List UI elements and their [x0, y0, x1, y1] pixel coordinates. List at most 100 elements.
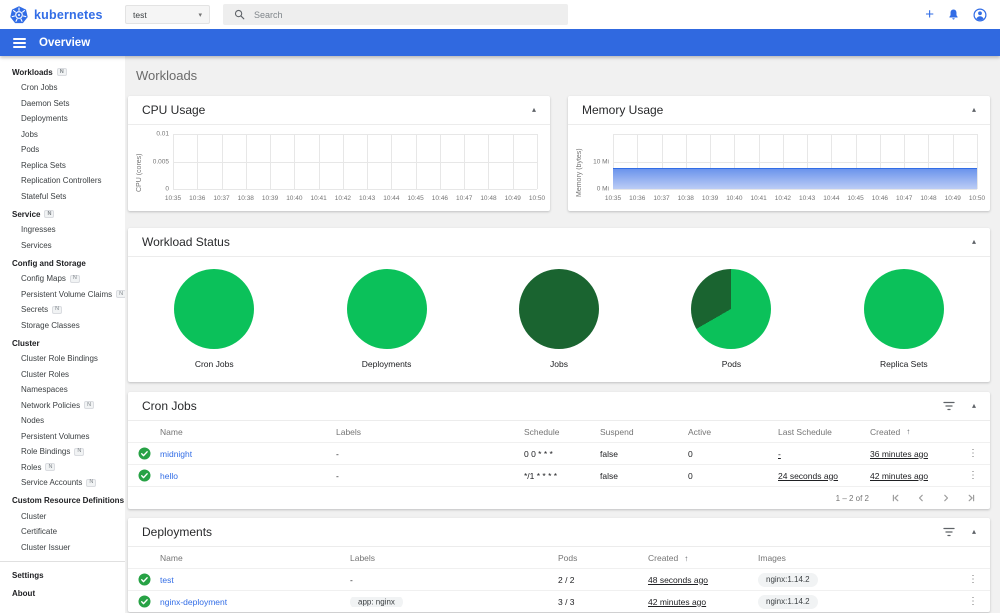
y-tick: 0.01: [156, 130, 169, 138]
deployments-pie-chart[interactable]: [346, 269, 427, 349]
cell-created: 42 minutes ago: [648, 596, 707, 607]
replica-sets-pie-chart[interactable]: [863, 269, 944, 349]
sidebar-item-deployments[interactable]: Deployments: [0, 111, 125, 127]
sidebar-group-config-and-storage[interactable]: Config and Storage: [0, 255, 125, 271]
sort-ascending-icon: ↑: [906, 427, 911, 436]
collapse-card-icon[interactable]: ▴: [972, 238, 976, 246]
menu-icon[interactable]: [13, 36, 26, 50]
next-page-icon[interactable]: [941, 493, 951, 503]
row-actions-menu-icon[interactable]: ⋮: [960, 574, 978, 585]
pie-replica-sets: Replica Sets: [818, 269, 990, 369]
sidebar-item-crd-cluster[interactable]: Cluster: [0, 509, 125, 525]
sidebar-item-network-policies[interactable]: Network Policies N: [0, 398, 125, 414]
sidebar-group-custom-resource-definitions[interactable]: Custom Resource Definitions: [0, 493, 125, 509]
sidebar-item-stateful-sets[interactable]: Stateful Sets: [0, 189, 125, 205]
column-header-labels[interactable]: Labels: [336, 427, 524, 437]
deployment-link[interactable]: test: [160, 575, 174, 585]
sidebar-item-pods[interactable]: Pods: [0, 142, 125, 158]
deployment-link[interactable]: nginx-deployment: [160, 597, 227, 607]
pods-pie-chart[interactable]: [691, 269, 772, 349]
notifications-bell-icon[interactable]: [947, 8, 960, 21]
jobs-pie-chart[interactable]: [519, 269, 600, 349]
cpu-y-axis-label: CPU (cores): [136, 153, 143, 192]
sidebar-item-cluster-role-bindings[interactable]: Cluster Role Bindings: [0, 351, 125, 367]
sidebar-group-service[interactable]: Service N: [0, 206, 125, 222]
pie-label: Pods: [721, 359, 742, 369]
filter-list-icon[interactable]: [943, 527, 955, 537]
cell-active: 0: [688, 470, 693, 481]
column-header-labels[interactable]: Labels: [350, 553, 558, 563]
sidebar-item-secrets[interactable]: Secrets N: [0, 302, 125, 318]
row-actions-menu-icon[interactable]: ⋮: [960, 470, 978, 481]
namespaced-badge: N: [84, 401, 95, 410]
sidebar-item-namespaces[interactable]: Namespaces: [0, 382, 125, 398]
search-bar[interactable]: [223, 4, 568, 25]
cell-active: 0: [688, 448, 693, 459]
search-icon: [234, 9, 245, 20]
y-tick: 10 Mi: [593, 158, 609, 165]
sidebar-item-persistent-volumes[interactable]: Persistent Volumes: [0, 429, 125, 445]
cron-job-link[interactable]: hello: [160, 471, 178, 481]
column-header-images[interactable]: Images: [758, 553, 960, 563]
sidebar-item-about[interactable]: About: [0, 585, 125, 601]
sidebar-item-replication-controllers[interactable]: Replication Controllers: [0, 173, 125, 189]
sidebar-item-cluster-roles[interactable]: Cluster Roles: [0, 367, 125, 383]
chevron-down-icon: ▾: [198, 11, 202, 19]
column-header-active[interactable]: Active: [688, 427, 778, 437]
sidebar-item-roles[interactable]: Roles N: [0, 460, 125, 476]
cell-labels: -: [336, 470, 339, 481]
sidebar-item-settings[interactable]: Settings: [0, 567, 125, 583]
cron-jobs-pie-chart[interactable]: [174, 269, 255, 349]
column-header-last-schedule[interactable]: Last Schedule: [778, 427, 870, 437]
row-actions-menu-icon[interactable]: ⋮: [960, 596, 978, 607]
sidebar-item-nodes[interactable]: Nodes: [0, 413, 125, 429]
status-ok-icon: [138, 595, 151, 608]
sidebar-item-persistent-volume-claims[interactable]: Persistent Volume Claims N: [0, 287, 125, 303]
image-chip: nginx:1.14.2: [758, 594, 818, 609]
sidebar-item-service-accounts[interactable]: Service Accounts N: [0, 475, 125, 491]
user-profile-icon[interactable]: [973, 7, 987, 22]
row-actions-menu-icon[interactable]: ⋮: [960, 448, 978, 459]
sidebar-item-crd-cluster-issuer[interactable]: Cluster Issuer: [0, 540, 125, 556]
sidebar-item-config-maps[interactable]: Config Maps N: [0, 271, 125, 287]
previous-page-icon[interactable]: [916, 493, 926, 503]
filter-list-icon[interactable]: [943, 401, 955, 411]
column-header-created[interactable]: Created ↑: [870, 427, 960, 437]
collapse-card-icon[interactable]: ▴: [972, 106, 976, 114]
kubernetes-brand[interactable]: kubernetes: [0, 5, 125, 24]
collapse-card-icon[interactable]: ▴: [972, 528, 976, 536]
sidebar-item-cron-jobs[interactable]: Cron Jobs: [0, 80, 125, 96]
collapse-card-icon[interactable]: ▴: [972, 402, 976, 410]
workload-status-title: Workload Status: [142, 235, 230, 249]
column-header-created[interactable]: Created ↑: [648, 553, 758, 563]
create-resource-button[interactable]: +: [925, 7, 934, 22]
sidebar-item-storage-classes[interactable]: Storage Classes: [0, 318, 125, 334]
namespaced-badge: N: [116, 290, 125, 299]
collapse-card-icon[interactable]: ▴: [532, 106, 536, 114]
sidebar-item-replica-sets[interactable]: Replica Sets: [0, 158, 125, 174]
sidebar-item-jobs[interactable]: Jobs: [0, 127, 125, 143]
cell-suspend: false: [600, 448, 618, 459]
search-input[interactable]: [254, 9, 557, 20]
sidebar-item-role-bindings[interactable]: Role Bindings N: [0, 444, 125, 460]
column-header-name[interactable]: Name: [160, 553, 350, 563]
last-page-icon[interactable]: [966, 493, 976, 503]
page-title: Workloads: [136, 68, 198, 83]
namespace-selector[interactable]: test ▾: [125, 5, 210, 24]
column-header-pods[interactable]: Pods: [558, 553, 648, 563]
sidebar-item-ingresses[interactable]: Ingresses: [0, 222, 125, 238]
sidebar-group-cluster[interactable]: Cluster: [0, 335, 125, 351]
column-header-suspend[interactable]: Suspend: [600, 427, 688, 437]
pie-cron-jobs: Cron Jobs: [128, 269, 300, 369]
sidebar-item-daemon-sets[interactable]: Daemon Sets: [0, 96, 125, 112]
sidebar-group-workloads[interactable]: Workloads N: [0, 64, 125, 80]
cron-job-link[interactable]: midnight: [160, 449, 192, 459]
column-header-schedule[interactable]: Schedule: [524, 427, 600, 437]
y-tick: 0.005: [152, 158, 169, 165]
sidebar-item-crd-certificate[interactable]: Certificate: [0, 524, 125, 540]
memory-plot-area: [613, 134, 978, 190]
sidebar-item-services[interactable]: Services: [0, 238, 125, 254]
column-header-name[interactable]: Name: [160, 427, 336, 437]
first-page-icon[interactable]: [891, 493, 901, 503]
memory-chart: 10 Mi 0 Mi 10:35 10:36 10:37 10:38 10:39 10:4…: [583, 130, 985, 203]
